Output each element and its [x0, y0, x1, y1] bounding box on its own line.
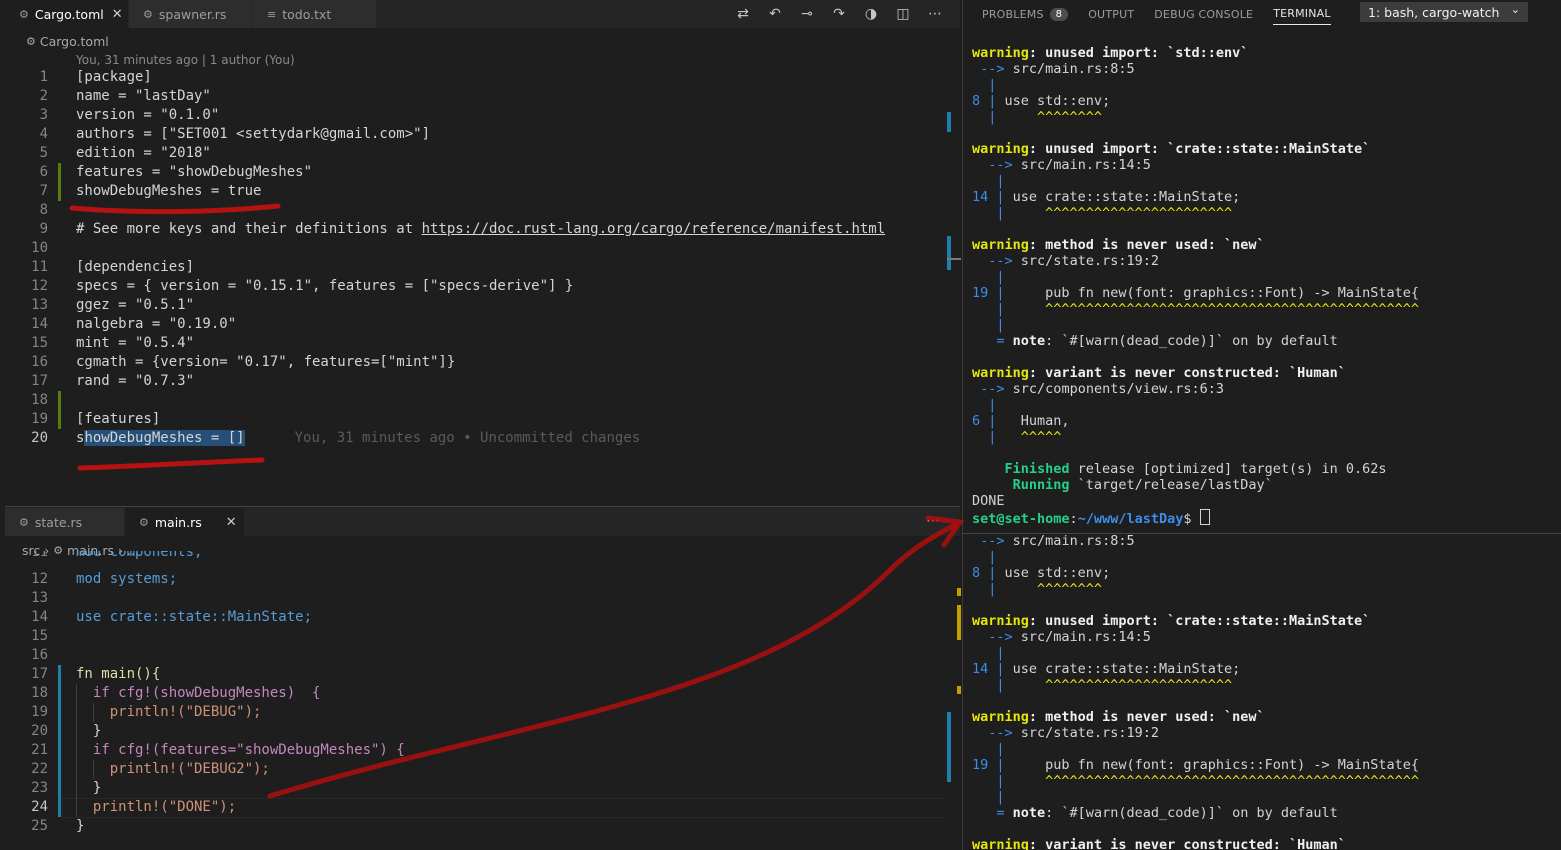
- chevron-down-icon: ⌄: [1510, 3, 1520, 16]
- overview-ruler-mark: [957, 588, 961, 596]
- rust-icon: ⚙: [19, 515, 29, 529]
- terminal-line: --> src/state.rs:19:2: [988, 725, 1159, 741]
- tab-spawner-rs[interactable]: ⚙ spawner.rs: [129, 0, 253, 28]
- terminal-line: 8 | use std::env;: [972, 93, 1111, 109]
- terminal-line: = note: `#[warn(dead_code)]` on by defau…: [996, 333, 1338, 349]
- terminal-line: 14 | use crate::state::MainState;: [972, 189, 1241, 205]
- top-code-editor[interactable]: 1 [package] 2 name = "lastDay" 3 version = …: [0, 68, 946, 458]
- previous-revision-icon[interactable]: ↶: [759, 6, 791, 22]
- tab-cargo-toml[interactable]: ⚙ Cargo.toml ✕: [5, 0, 129, 28]
- terminal-panel: PROBLEMS 8 OUTPUT DEBUG CONSOLE TERMINAL …: [962, 0, 1561, 850]
- terminal-line: |: [972, 397, 997, 413]
- terminal-line: | ^^^^^^^^^^^^^^^^^^^^^^^: [972, 205, 1233, 221]
- terminal-line: warning: unused import: `std::env`: [972, 45, 1249, 61]
- terminal-line: warning: method is never used: `new`: [972, 237, 1265, 253]
- terminal-line: | ^^^^^: [972, 429, 1062, 445]
- tab-state-rs[interactable]: ⚙ state.rs: [5, 508, 125, 536]
- terminal-line: |: [972, 269, 1005, 285]
- next-revision-icon[interactable]: ↷: [823, 6, 855, 22]
- terminal-line: | ^^^^^^^^^^^^^^^^^^^^^^^: [972, 677, 1233, 693]
- terminal-line: 14 | use crate::state::MainState;: [972, 661, 1241, 677]
- terminal-line: |: [972, 77, 997, 93]
- gutter-modified-bar: [58, 163, 61, 201]
- terminal-line: | ^^^^^^^^: [972, 581, 1103, 597]
- open-changes-icon[interactable]: ⇄: [727, 6, 759, 22]
- terminal-line: |: [972, 173, 1005, 189]
- overview-ruler-mark: [957, 686, 961, 694]
- terminal-output-bottom[interactable]: --> src/main.rs:8:5 | 8 | use std::env; …: [972, 533, 1557, 850]
- terminal-line: --> src/main.rs:8:5: [980, 61, 1135, 77]
- bottom-editor-tabbar: ⚙ state.rs ⚙ main.rs ✕: [5, 508, 960, 536]
- red-underline-stroke: [77, 457, 265, 471]
- tab-debug-console[interactable]: DEBUG CONSOLE: [1154, 8, 1253, 21]
- bottom-code-editor[interactable]: 11 mod components; 12 mod systems; 13 14 us…: [0, 551, 946, 850]
- more-actions-icon[interactable]: ⋯: [919, 6, 951, 22]
- terminal-line: |: [972, 741, 1005, 757]
- terminal-line: --> src/main.rs:8:5: [980, 533, 1135, 549]
- lines-icon: ≡: [267, 7, 277, 21]
- overview-ruler-mark: [947, 236, 951, 270]
- terminal-line: 19 | pub fn new(font: graphics::Font) ->…: [972, 757, 1420, 773]
- tab-problems[interactable]: PROBLEMS 8: [982, 7, 1069, 21]
- rust-icon: ⚙: [143, 7, 153, 21]
- panel-left-border: [962, 0, 963, 850]
- terminal-output-top[interactable]: warning: unused import: `std::env` --> s…: [972, 45, 1557, 530]
- terminal-line: | ^^^^^^^^: [972, 109, 1103, 125]
- overview-ruler-mark: [957, 605, 961, 640]
- terminal-line: 19 | pub fn new(font: graphics::Font) ->…: [972, 285, 1420, 301]
- breadcrumb: ⚙ Cargo.toml: [26, 33, 109, 49]
- terminal-line: = note: `#[warn(dead_code)]` on by defau…: [996, 805, 1338, 821]
- commit-icon[interactable]: ⊸: [791, 6, 823, 22]
- gear-icon: ⚙: [19, 7, 29, 21]
- overview-ruler-mark: [947, 112, 951, 132]
- editor-group-divider[interactable]: [5, 506, 960, 507]
- terminal-line: --> src/main.rs:14:5: [988, 157, 1151, 173]
- terminal-prompt: set@set-home:~/www/lastDay$: [972, 509, 1210, 527]
- gutter-added-bar: [58, 665, 61, 817]
- terminal-cursor: [1199, 509, 1210, 525]
- terminal-line: warning: method is never used: `new`: [972, 709, 1265, 725]
- terminal-line: | ^^^^^^^^^^^^^^^^^^^^^^^^^^^^^^^^^^^^^^…: [972, 773, 1420, 789]
- terminal-line: Finished release [optimized] target(s) i…: [1004, 461, 1387, 477]
- terminal-line: --> src/state.rs:19:2: [988, 253, 1159, 269]
- rust-icon: ⚙: [139, 515, 149, 529]
- blame-header[interactable]: You, 31 minutes ago | 1 author (You): [76, 53, 295, 67]
- terminal-line: |: [972, 549, 997, 565]
- close-icon[interactable]: ✕: [112, 7, 123, 22]
- terminal-line: DONE: [972, 493, 1005, 509]
- terminal-line: | ^^^^^^^^^^^^^^^^^^^^^^^^^^^^^^^^^^^^^^…: [972, 301, 1420, 317]
- overview-ruler-mark: [947, 712, 951, 782]
- terminal-line: 8 | use std::env;: [972, 565, 1111, 581]
- tab-todo-txt[interactable]: ≡ todo.txt: [253, 0, 377, 28]
- toggle-blame-icon[interactable]: ◑: [855, 6, 887, 22]
- close-icon[interactable]: ✕: [226, 515, 237, 530]
- terminal-select[interactable]: 1: bash, cargo-watch ⌄: [1360, 2, 1528, 22]
- terminal-line: |: [972, 789, 1005, 805]
- terminal-line: warning: unused import: `crate::state::M…: [972, 613, 1371, 629]
- problems-count-badge: 8: [1049, 7, 1069, 21]
- terminal-line: |: [972, 645, 1005, 661]
- terminal-line: Running `target/release/lastDay`: [1012, 477, 1273, 493]
- terminal-line: warning: variant is never constructed: `…: [972, 837, 1346, 850]
- terminal-line: 6 | Human,: [972, 413, 1070, 429]
- inline-blame: You, 31 minutes ago • Uncommitted change…: [294, 430, 641, 446]
- terminal-line: |: [972, 317, 1005, 333]
- terminal-line: --> src/components/view.rs:6:3: [980, 381, 1224, 397]
- gear-icon: ⚙: [26, 34, 36, 48]
- tab-output[interactable]: OUTPUT: [1088, 8, 1134, 21]
- terminal-line: warning: unused import: `crate::state::M…: [972, 141, 1371, 157]
- tab-main-rs[interactable]: ⚙ main.rs ✕: [125, 508, 245, 536]
- tab-terminal[interactable]: TERMINAL: [1273, 7, 1331, 25]
- terminal-line: --> src/main.rs:14:5: [988, 629, 1151, 645]
- editor-actions: ⇄ ↶ ⊸ ↷ ◑ ◫ ⋯: [727, 0, 951, 28]
- text-selection: howDebugMeshes = []: [84, 430, 245, 446]
- manifest-link[interactable]: https://doc.rust-lang.org/cargo/referenc…: [422, 221, 886, 237]
- more-actions-icon[interactable]: ⋯: [926, 513, 940, 529]
- gutter-modified-bar: [58, 391, 61, 429]
- split-editor-icon[interactable]: ◫: [887, 6, 919, 22]
- overview-ruler-cursor: [947, 258, 961, 260]
- terminal-line: warning: variant is never constructed: `…: [972, 365, 1346, 381]
